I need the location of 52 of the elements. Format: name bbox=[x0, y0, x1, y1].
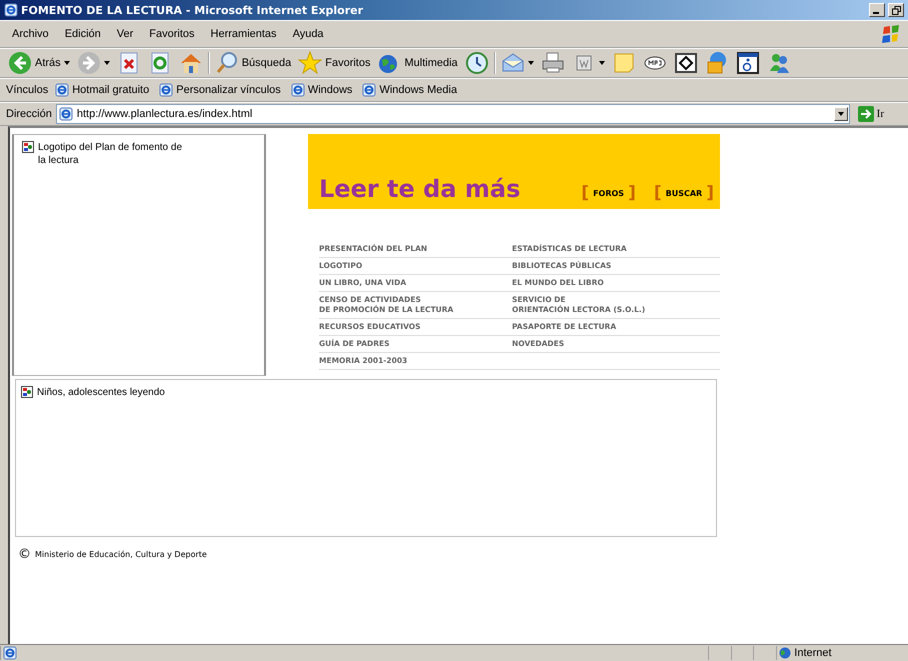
go-button[interactable]: Ir bbox=[854, 106, 888, 122]
menu-item[interactable]: Ver bbox=[110, 26, 140, 42]
restore-button[interactable] bbox=[888, 3, 904, 17]
copyright-text: Ministerio de Educación, Cultura y Deporte bbox=[35, 550, 207, 559]
banner-title: Leer te da más bbox=[319, 175, 522, 203]
dropdown-button[interactable] bbox=[834, 107, 848, 121]
address-field[interactable]: http://www.planlectura.es/index.html bbox=[56, 104, 850, 124]
caret-icon bbox=[838, 112, 844, 116]
banner-link[interactable]: [ BUSCAR ] bbox=[654, 183, 714, 203]
ie-icon bbox=[290, 83, 305, 97]
ie-icon bbox=[55, 83, 70, 97]
link-button[interactable]: Windows Media bbox=[359, 83, 460, 97]
menu-item[interactable]: Herramientas bbox=[204, 26, 283, 42]
links-label: Vínculos bbox=[6, 84, 48, 96]
menu-item[interactable]: Favoritos bbox=[143, 26, 201, 42]
windows-logo-icon bbox=[880, 23, 902, 45]
ie-icon bbox=[3, 646, 17, 660]
menu-item[interactable]: Edición bbox=[58, 26, 107, 42]
globe-button[interactable]: Multimedia bbox=[375, 51, 460, 75]
minimize-button[interactable] bbox=[869, 3, 885, 17]
search-button[interactable]: Búsqueda bbox=[212, 51, 294, 75]
home-icon bbox=[178, 51, 203, 75]
back-icon bbox=[8, 51, 32, 75]
image-alt-text: Niños, adolescentes leyendo bbox=[37, 386, 165, 399]
star-icon bbox=[298, 51, 322, 75]
menu-item[interactable]: Archivo bbox=[6, 26, 55, 42]
arrow-icon bbox=[858, 106, 874, 122]
copyright-symbol: © bbox=[18, 547, 31, 562]
ie-icon bbox=[4, 3, 18, 17]
forward-icon bbox=[76, 51, 101, 75]
history-icon bbox=[464, 51, 489, 75]
globe-icon bbox=[779, 647, 792, 659]
window-title: FOMENTO DE LA LECTURA - Microsoft Internet Explorer bbox=[21, 4, 364, 16]
address-label: Dirección bbox=[6, 108, 52, 120]
link-button[interactable]: Hotmail gratuito bbox=[52, 83, 152, 97]
menu-item[interactable]: Ayuda bbox=[286, 26, 330, 42]
zone-label: Internet bbox=[794, 647, 832, 659]
search-icon bbox=[214, 51, 239, 75]
note-icon bbox=[612, 51, 636, 75]
printer-icon bbox=[540, 51, 565, 75]
link-button[interactable]: Windows bbox=[288, 83, 356, 97]
restore-icon bbox=[892, 6, 900, 14]
link-button[interactable]: Personalizar vínculos bbox=[156, 83, 284, 97]
ie-icon bbox=[159, 83, 174, 97]
star-button[interactable]: Favoritos bbox=[296, 51, 372, 75]
back-button[interactable]: Atrás bbox=[6, 51, 72, 75]
broken-image-icon bbox=[22, 141, 34, 153]
banner-link[interactable]: [ FOROS ] bbox=[581, 183, 636, 203]
ie-icon bbox=[58, 107, 73, 121]
ie-icon bbox=[362, 83, 376, 97]
broken-image-icon bbox=[21, 386, 33, 398]
image-alt-text: Logotipo del Plan de fomento de la lectura bbox=[38, 141, 183, 167]
